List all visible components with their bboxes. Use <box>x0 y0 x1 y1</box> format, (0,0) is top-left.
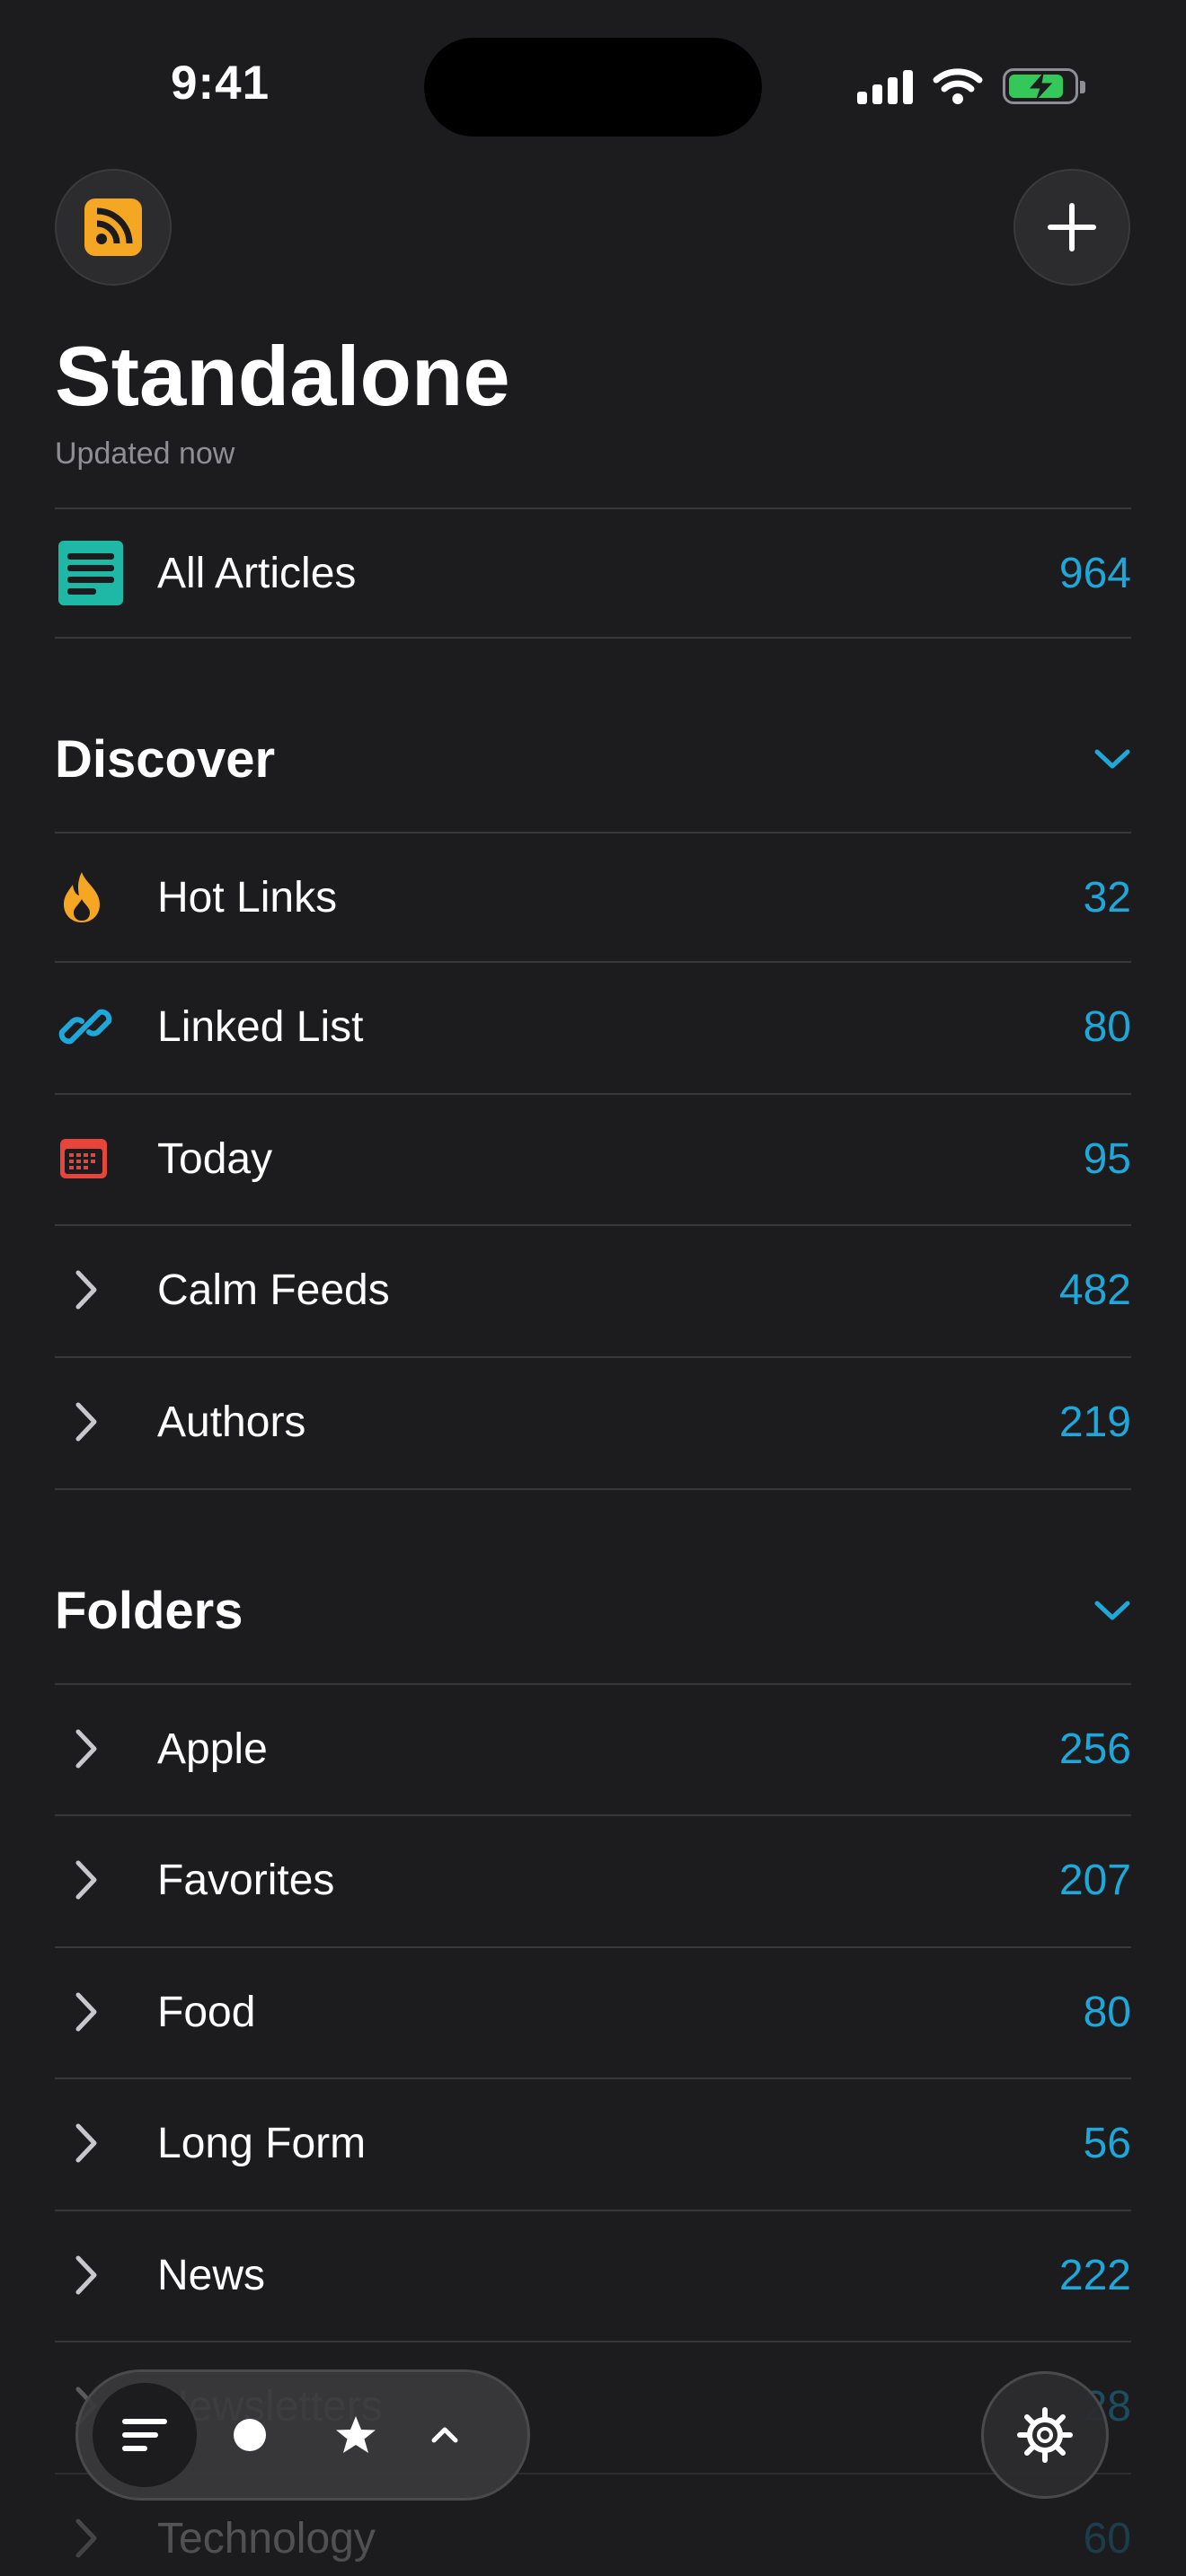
add-button[interactable] <box>1013 169 1130 286</box>
discover-row-authors[interactable]: Authors 219 <box>55 1357 1131 1486</box>
folder-row-apple[interactable]: Apple 256 <box>55 1684 1131 1813</box>
starred-filter-button[interactable] <box>303 2383 409 2487</box>
star-icon <box>336 2416 376 2453</box>
row-count: 32 <box>1083 873 1131 922</box>
folder-row-food[interactable]: Food 80 <box>55 1947 1131 2077</box>
section-title: Discover <box>55 729 276 789</box>
calendar-icon <box>60 1139 107 1178</box>
row-count: 60 <box>1083 2514 1131 2563</box>
row-count: 56 <box>1083 2119 1131 2167</box>
chevron-up-icon <box>431 2427 458 2443</box>
discover-row-today[interactable]: Today 95 <box>55 1094 1131 1223</box>
discover-row-hot-links[interactable]: Hot Links 32 <box>55 833 1131 962</box>
wifi-icon <box>933 68 983 104</box>
link-icon <box>58 1009 112 1045</box>
chevron-right-icon <box>75 2255 97 2295</box>
status-icons <box>857 65 1085 108</box>
cellular-signal-icon <box>857 68 913 104</box>
row-label: Favorites <box>157 1856 335 1904</box>
battery-icon <box>1003 68 1085 104</box>
chevron-right-icon <box>75 2519 97 2558</box>
row-count: 207 <box>1058 1856 1131 1904</box>
list-button[interactable] <box>93 2383 197 2487</box>
gear-icon <box>1017 2407 1073 2463</box>
folder-row-long-form[interactable]: Long Form 56 <box>55 2078 1131 2208</box>
row-label: News <box>157 2251 266 2299</box>
row-label: Long Form <box>157 2119 367 2167</box>
folder-row-favorites[interactable]: Favorites 207 <box>55 1815 1131 1945</box>
chevron-right-icon <box>75 1270 97 1310</box>
row-count: 95 <box>1083 1134 1131 1183</box>
chevron-down-icon <box>1094 1601 1130 1620</box>
chevron-down-icon <box>1094 749 1130 769</box>
flame-icon <box>64 872 100 922</box>
chevron-right-icon <box>75 1729 97 1769</box>
chevron-right-icon <box>75 1402 97 1442</box>
expand-button[interactable] <box>55 1225 157 1354</box>
expand-toolbar-button[interactable] <box>409 2383 481 2487</box>
row-label: Technology <box>157 2514 376 2563</box>
row-label: Calm Feeds <box>157 1266 390 1314</box>
row-label: Hot Links <box>157 873 338 922</box>
row-count: 80 <box>1083 1988 1131 2036</box>
feeds-button[interactable] <box>55 169 172 286</box>
row-label: Linked List <box>157 1002 364 1051</box>
row-label: All Articles <box>157 549 357 597</box>
chevron-right-icon <box>75 1992 97 2032</box>
section-header-discover[interactable]: Discover <box>55 714 1131 804</box>
expand-button[interactable] <box>55 2210 157 2340</box>
updated-status: Updated now <box>55 437 235 471</box>
expand-button[interactable] <box>55 2078 157 2208</box>
discover-row-linked-list[interactable]: Linked List 80 <box>55 962 1131 1091</box>
screen: 9:41 Standalone Updated now All Articles… <box>0 0 1186 2576</box>
chevron-right-icon <box>75 1860 97 1900</box>
section-title: Folders <box>55 1581 243 1640</box>
row-count: 482 <box>1058 1266 1131 1314</box>
folder-row-news[interactable]: News 222 <box>55 2210 1131 2340</box>
expand-button[interactable] <box>55 1684 157 1813</box>
expand-button[interactable] <box>55 1357 157 1486</box>
row-count: 256 <box>1058 1725 1131 1773</box>
section-header-folders[interactable]: Folders <box>55 1566 1131 1655</box>
article-icon <box>58 541 123 605</box>
divider <box>55 1488 1131 1490</box>
dynamic-island <box>424 38 762 137</box>
unread-dot-icon <box>234 2419 266 2451</box>
list-icon <box>122 2419 167 2451</box>
unread-filter-button[interactable] <box>197 2383 303 2487</box>
row-label: Food <box>157 1988 256 2036</box>
all-articles-row[interactable]: All Articles 964 <box>55 508 1131 638</box>
divider <box>55 637 1131 639</box>
rss-icon <box>84 198 142 256</box>
expand-button[interactable] <box>55 1815 157 1945</box>
row-label: Apple <box>157 1725 268 1773</box>
expand-button[interactable] <box>55 1947 157 2077</box>
filter-toolbar <box>75 2369 530 2501</box>
row-label: Today <box>157 1134 273 1183</box>
row-count: 80 <box>1083 1002 1131 1051</box>
status-time: 9:41 <box>171 57 270 110</box>
row-count: 222 <box>1058 2251 1131 2299</box>
settings-button[interactable] <box>981 2371 1109 2499</box>
discover-row-calm-feeds[interactable]: Calm Feeds 482 <box>55 1225 1131 1354</box>
chevron-right-icon <box>75 2123 97 2163</box>
page-title: Standalone <box>55 329 510 423</box>
row-count: 964 <box>1058 549 1131 597</box>
row-count: 219 <box>1058 1398 1131 1446</box>
plus-icon <box>1048 203 1096 251</box>
row-label: Authors <box>157 1398 306 1446</box>
